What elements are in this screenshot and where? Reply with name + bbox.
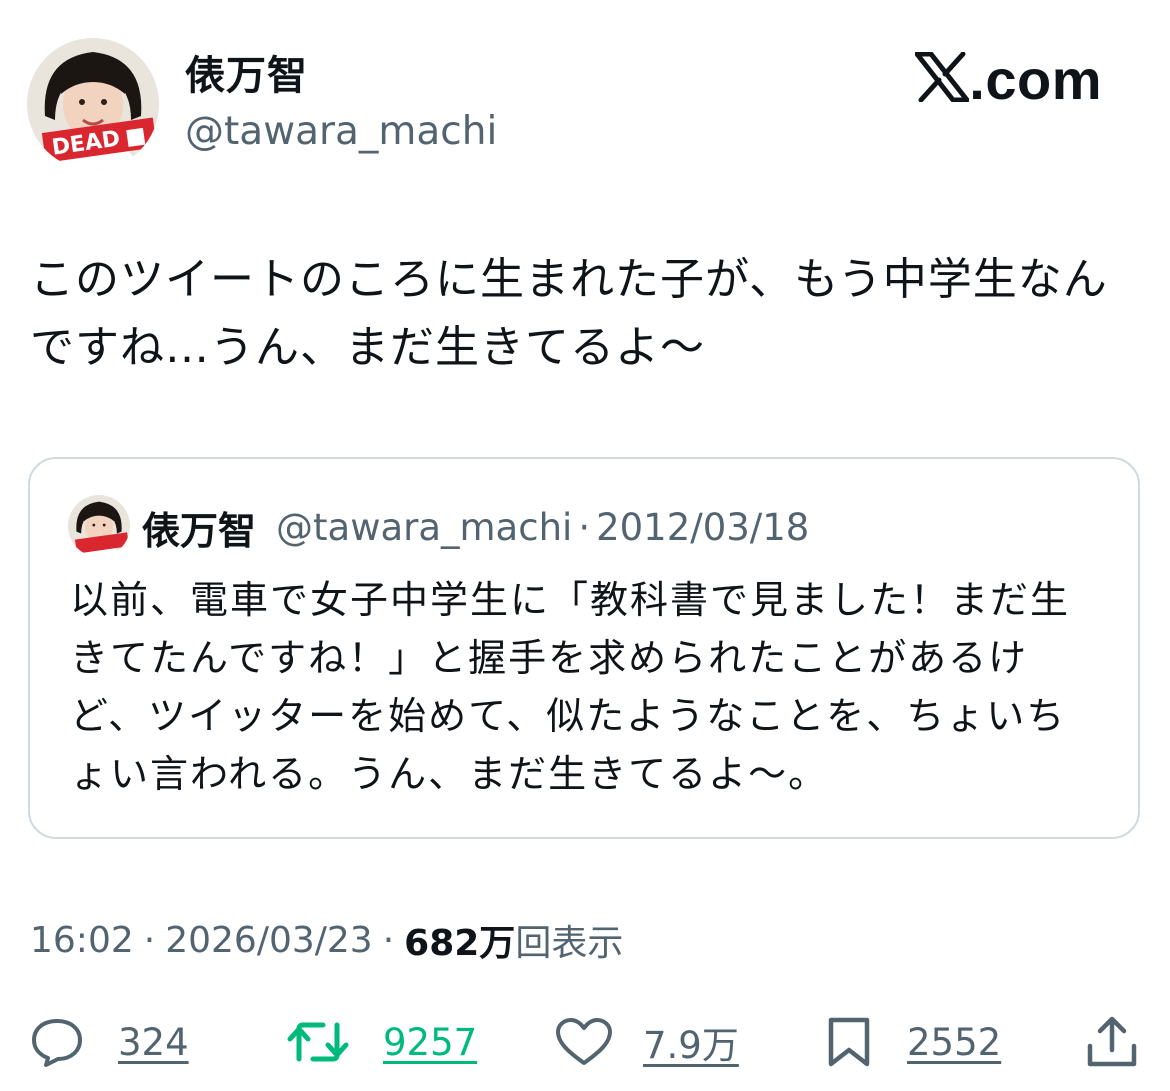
- bookmark-count[interactable]: 2552: [907, 1021, 1001, 1064]
- like-button[interactable]: 7.9万: [555, 1010, 739, 1074]
- brand-domain-text: .com: [969, 47, 1102, 111]
- quoted-author-avatar: [68, 495, 130, 557]
- meta-separator: ·: [382, 919, 395, 961]
- reply-button[interactable]: 324: [30, 1010, 189, 1074]
- retweet-icon: [287, 1017, 349, 1067]
- author-display-name[interactable]: 俵万智: [185, 52, 308, 100]
- quoted-author-name: 俵万智: [142, 508, 257, 553]
- like-count[interactable]: 7.9万: [643, 1015, 739, 1069]
- tweet-time: 16:02: [30, 919, 134, 961]
- brand-watermark: .com: [914, 44, 1102, 114]
- author-handle[interactable]: @tawara_machi: [185, 108, 497, 156]
- heart-icon: [555, 1017, 613, 1067]
- quoted-tweet-card[interactable]: 俵万智 @tawara_machi · 2012/03/18 以前、電車で女子中…: [28, 457, 1140, 839]
- svg-text:■: ■: [124, 123, 148, 151]
- bookmark-icon: [825, 1016, 873, 1068]
- meta-separator: ·: [143, 919, 156, 961]
- quoted-tweet-date: 2012/03/18: [596, 505, 810, 549]
- reply-count[interactable]: 324: [118, 1021, 189, 1064]
- views-label: 回表示: [515, 923, 624, 964]
- quoted-separator: ·: [578, 505, 591, 549]
- action-bar: 324 9257 7.9万 2552: [0, 1010, 1170, 1074]
- tweet-meta: 16:02 · 2026/03/23 · 682万 回表示: [30, 914, 623, 966]
- quoted-author-handle: @tawara_machi: [276, 505, 573, 549]
- reply-icon: [30, 1017, 84, 1067]
- author-avatar[interactable]: DEAD ■: [27, 38, 159, 170]
- quoted-tweet-text: 以前、電車で女子中学生に「教科書で見ました！まだ生きてたんですね！」と握手を求め…: [70, 578, 1071, 796]
- share-icon: [1084, 1014, 1140, 1070]
- tweet-text: このツイートのころに生まれた子が、もう中学生なんですね…うん、まだ生きてるよ〜: [30, 254, 1108, 373]
- quoted-tweet-header: 俵万智 @tawara_machi · 2012/03/18: [142, 499, 809, 555]
- views-count: 682万: [404, 923, 516, 964]
- bookmark-button[interactable]: 2552: [825, 1010, 1001, 1074]
- retweet-count[interactable]: 9257: [383, 1021, 477, 1064]
- retweet-button[interactable]: 9257: [287, 1010, 477, 1074]
- x-logo-icon: [914, 51, 970, 106]
- tweet-date: 2026/03/23: [165, 919, 373, 961]
- share-button[interactable]: [1084, 1010, 1140, 1074]
